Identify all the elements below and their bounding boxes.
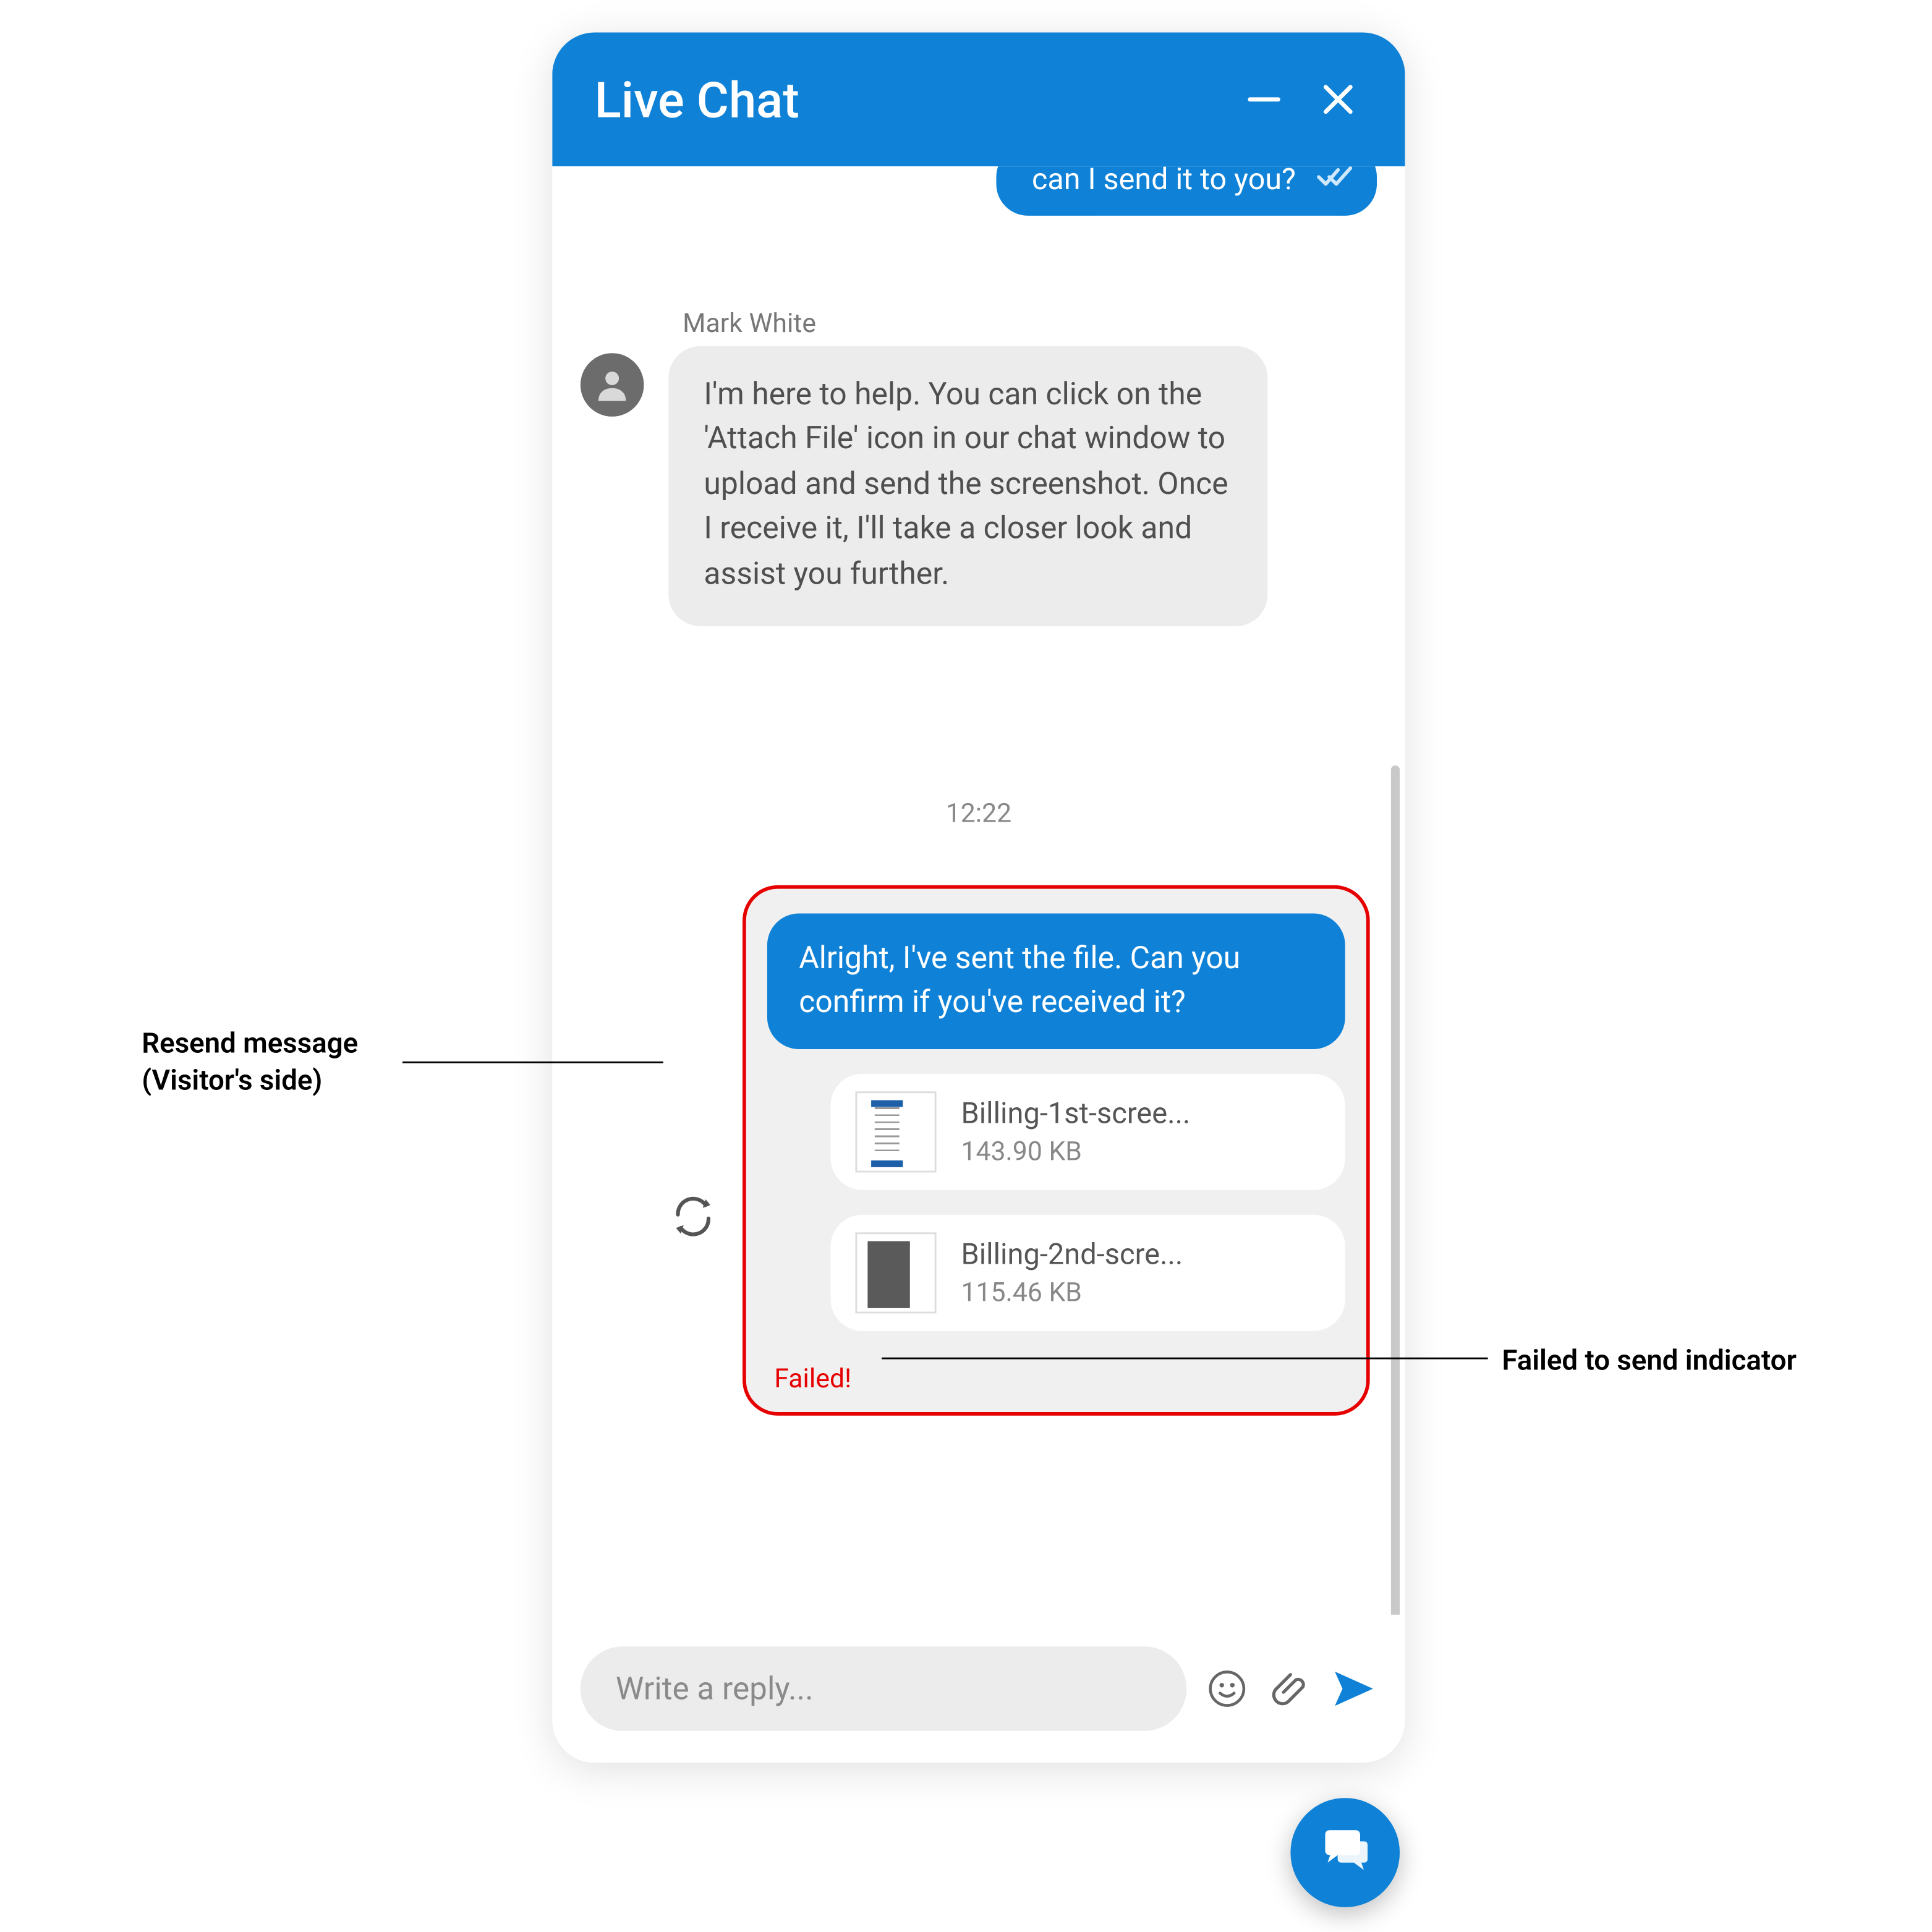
refresh-icon [670, 1193, 716, 1239]
chat-launcher-button[interactable] [1290, 1798, 1400, 1907]
attachment-name: Billing-1st-scree... [961, 1097, 1190, 1131]
scrollbar[interactable] [1390, 765, 1399, 1615]
chat-title: Live Chat [594, 70, 799, 128]
chat-body: can I send it to you? Mark White I'm her… [552, 166, 1405, 1615]
agent-avatar [580, 353, 644, 417]
annotation-line [402, 1061, 663, 1063]
attachment-thumbnail [855, 1232, 936, 1313]
reply-placeholder: Write a reply... [615, 1670, 813, 1707]
attachment-size: 115.46 KB [961, 1275, 1183, 1307]
minimize-button[interactable] [1239, 74, 1288, 124]
attachment-item[interactable]: Billing-1st-scree... 143.90 KB [830, 1073, 1345, 1189]
chat-window: Live Chat can I send it to you? Mark Whi… [552, 32, 1405, 1763]
smiley-icon [1206, 1667, 1248, 1709]
outgoing-partial-text: can I send it to you? [1031, 166, 1295, 198]
chat-bubble-icon [1315, 1823, 1375, 1883]
chat-header: Live Chat [552, 32, 1405, 166]
person-icon [592, 365, 631, 404]
close-button[interactable] [1313, 74, 1363, 124]
send-icon [1330, 1666, 1376, 1711]
failed-message-group: Alright, I've sent the file. Can you con… [743, 885, 1370, 1415]
paperclip-icon [1269, 1667, 1311, 1709]
attachment-item[interactable]: Billing-2nd-scre... 115.46 KB [830, 1214, 1345, 1330]
close-icon [1320, 82, 1355, 117]
send-button[interactable] [1330, 1666, 1376, 1711]
double-check-icon [1317, 166, 1352, 198]
minimize-icon [1246, 82, 1282, 117]
agent-message-bubble: I'm here to help. You can click on the '… [668, 346, 1267, 626]
annotation-text: (Visitor's side) [142, 1063, 358, 1099]
outgoing-message-partial: can I send it to you? [996, 166, 1376, 216]
annotation-failed: Failed to send indicator [1502, 1343, 1796, 1379]
attachment-name: Billing-2nd-scre... [961, 1238, 1183, 1272]
failed-status-label: Failed! [774, 1363, 1345, 1394]
annotation-text: Resend message [142, 1026, 358, 1062]
timestamp: 12:22 [552, 797, 1405, 828]
reply-input[interactable]: Write a reply... [580, 1646, 1186, 1731]
emoji-button[interactable] [1204, 1666, 1249, 1711]
agent-name: Mark White [683, 307, 1299, 339]
attachment-size: 143.90 KB [961, 1134, 1190, 1166]
outgoing-message-bubble: Alright, I've sent the file. Can you con… [767, 913, 1345, 1049]
annotation-resend: Resend message (Visitor's side) [142, 1026, 358, 1099]
composer: Write a reply... [552, 1614, 1405, 1762]
attach-button[interactable] [1267, 1666, 1313, 1711]
annotation-line [882, 1357, 1487, 1359]
attachment-thumbnail [855, 1091, 936, 1172]
resend-button[interactable] [665, 1188, 721, 1245]
